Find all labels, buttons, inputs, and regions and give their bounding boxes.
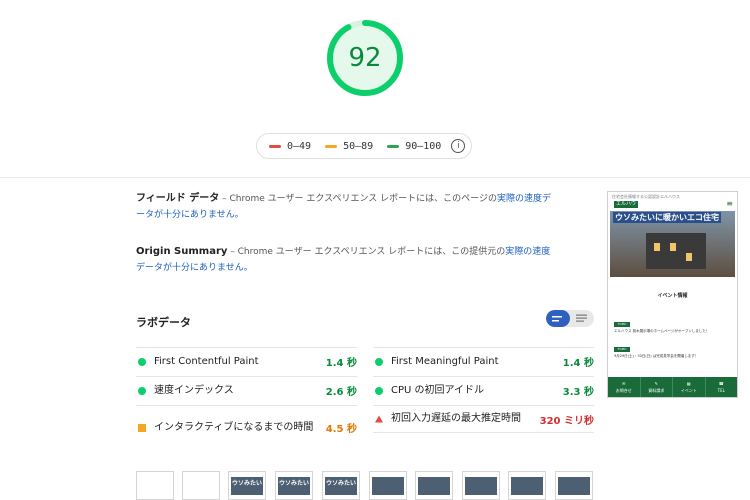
origin-summary-text: – Chrome ユーザー エクスペリエンス レポートには、この提供元の — [227, 247, 506, 257]
legend-pass-bar — [387, 144, 400, 148]
house-window — [686, 253, 692, 261]
compact-view-button[interactable] — [546, 310, 570, 327]
preview-nav-event: ▦ イベント — [673, 377, 706, 397]
preview-news-2: 9月29日(土)・30日(日) は完成見学会を開催します！ — [614, 354, 699, 358]
filmstrip-thumb: ウソみたい — [228, 471, 266, 500]
section-divider — [0, 177, 750, 178]
preview-bottom-nav: ✉ お問合せ ✎ 資料請求 ▦ イベント ☎ TEL — [608, 377, 737, 397]
legend-average-bar — [325, 144, 338, 148]
preview-topic-tag: TOPIC — [614, 347, 630, 352]
metric-first-contentful-paint: First Contentful Paint 1.4 秒 — [136, 347, 357, 375]
hamburger-menu-icon: ≡ — [726, 199, 733, 208]
field-data-text: – Chrome ユーザー エクスペリエンス レポートには、このページの — [219, 194, 497, 204]
pass-indicator-icon — [375, 357, 383, 366]
preview-nav-contact: ✉ お問合せ — [608, 377, 641, 397]
legend-item-pass: 90–100 — [387, 141, 441, 152]
metric-time-to-interactive: インタラクティブになるまでの時間 4.5 秒 — [136, 405, 357, 449]
preview-section-title: イベント情報 — [657, 293, 688, 299]
filmstrip-thumb-blank — [136, 471, 174, 500]
metric-value: 1.4 秒 — [325, 358, 357, 369]
filmstrip-thumb — [462, 471, 500, 500]
metric-label: First Contentful Paint — [154, 355, 259, 367]
metric-label: CPU の初回アイドル — [391, 384, 485, 396]
metric-label: インタラクティブになるまでの時間 — [154, 421, 314, 433]
metric-first-meaningful-paint: First Meaningful Paint 1.4 秒 — [373, 347, 594, 375]
legend-pass-label: 90–100 — [405, 140, 442, 152]
score-value: 92 — [348, 43, 382, 73]
metric-value: 3.3 秒 — [562, 387, 594, 398]
filmstrip-thumb-blank — [182, 471, 220, 500]
average-indicator-icon — [138, 423, 146, 432]
pass-indicator-icon — [138, 386, 146, 395]
preview-news-1: エルハウス 桜木展示場のホームページがオープンしました！ — [614, 329, 710, 333]
preview-nav-request: ✎ 資料請求 — [641, 377, 673, 397]
metric-label: 初回入力遅延の最大推定時間 — [391, 413, 521, 424]
filmstrip-thumb — [555, 471, 593, 500]
pass-indicator-icon — [375, 386, 383, 395]
info-icon[interactable]: i — [451, 139, 466, 153]
filmstrip-thumb: ウソみたい — [322, 471, 360, 500]
metric-value: 2.6 秒 — [325, 387, 357, 398]
lab-data-title: ラボデータ — [136, 316, 191, 329]
final-screenshot-preview: 住宅会社情報する公認設計エルハウス エルハウス ≡ ウソみたいに暖かいエコ住宅 … — [607, 191, 738, 398]
metric-speed-index: 速度インデックス 2.6 秒 — [136, 376, 357, 404]
fail-triangle-icon — [375, 414, 383, 423]
filmstrip-thumb — [508, 471, 546, 500]
legend-fail-label: 0–49 — [287, 140, 312, 152]
metrics-view-toggle[interactable] — [546, 310, 594, 327]
metric-value: 320 ミリ秒 — [539, 415, 594, 427]
score-legend: 0–49 50–89 90–100 i — [256, 133, 472, 159]
origin-summary-title: Origin Summary — [136, 246, 228, 257]
metric-value: 1.4 秒 — [562, 358, 594, 369]
house-window — [654, 243, 660, 251]
compact-list-icon — [552, 315, 562, 321]
filmstrip-thumb — [369, 471, 407, 500]
preview-banner-title: ウソみたいに暖かいエコ住宅 — [613, 212, 721, 223]
field-data-section: フィールド データ – Chrome ユーザー エクスペリエンス レポートには、… — [136, 191, 556, 223]
legend-item-average: 50–89 — [325, 141, 373, 152]
metric-label: First Meaningful Paint — [391, 355, 499, 367]
metric-label: 速度インデックス — [154, 384, 234, 396]
metric-value: 4.5 秒 — [325, 424, 357, 435]
metric-first-cpu-idle: CPU の初回アイドル 3.3 秒 — [373, 376, 594, 404]
filmstrip-thumb — [415, 471, 453, 500]
pass-indicator-icon — [138, 357, 146, 366]
field-data-title: フィールド データ — [136, 193, 220, 204]
house-image — [646, 233, 706, 269]
metric-max-potential-fid: 初回入力遅延の最大推定時間 320 ミリ秒 — [373, 405, 594, 433]
house-window — [670, 243, 676, 251]
legend-item-fail: 0–49 — [269, 141, 311, 152]
filmstrip-thumb: ウソみたい — [275, 471, 313, 500]
preview-nav-tel: ☎ TEL — [717, 381, 725, 393]
legend-fail-bar — [269, 144, 281, 148]
legend-average-label: 50–89 — [343, 140, 374, 152]
preview-banner: ウソみたいに暖かいエコ住宅 — [610, 211, 735, 277]
preview-topic-tag: TOPIC — [614, 322, 630, 327]
performance-score-gauge: 92 — [326, 19, 404, 97]
origin-summary-section: Origin Summary – Chrome ユーザー エクスペリエンス レポ… — [136, 244, 556, 276]
expanded-view-button[interactable] — [570, 310, 594, 327]
preview-logo: エルハウス — [614, 201, 638, 214]
expanded-list-icon — [576, 314, 587, 322]
